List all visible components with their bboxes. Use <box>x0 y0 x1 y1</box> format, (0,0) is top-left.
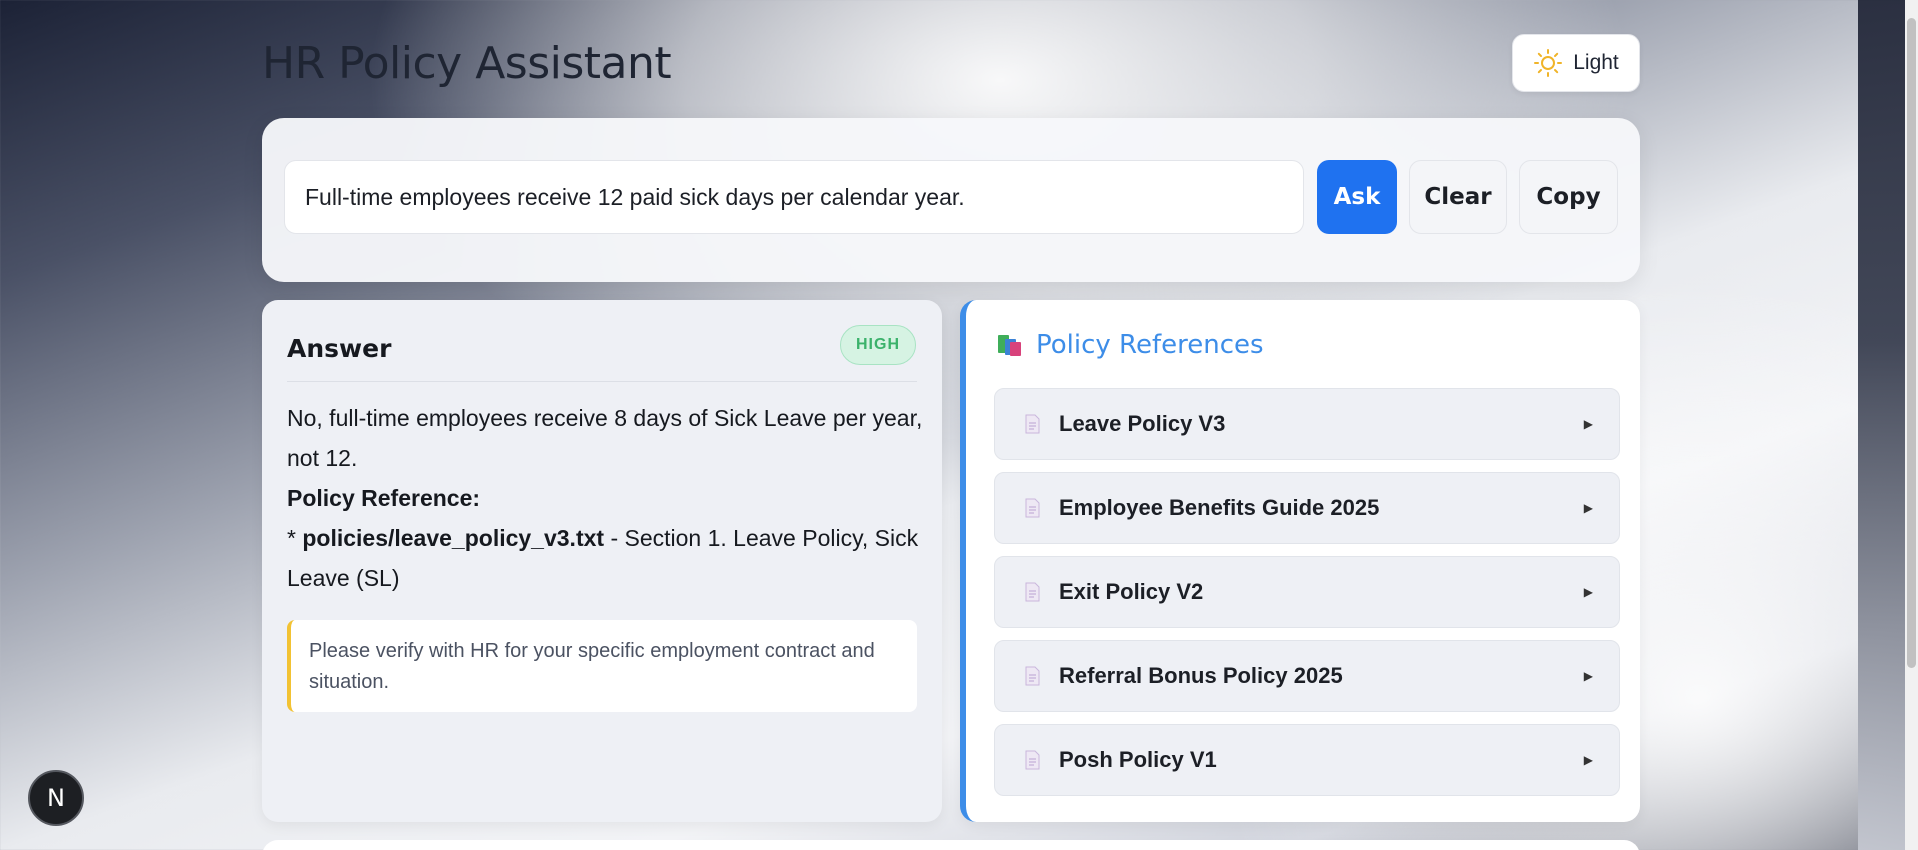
theme-toggle-button[interactable]: Light <box>1512 34 1640 92</box>
answer-title: Answer <box>287 334 392 363</box>
reference-name: Posh Policy V1 <box>1059 747 1217 772</box>
answer-panel: Answer HIGH No, full-time employees rece… <box>262 300 942 822</box>
scrollbar-thumb[interactable] <box>1907 18 1916 668</box>
expand-arrow-icon: ▶ <box>1583 753 1593 767</box>
expand-arrow-icon: ▶ <box>1583 585 1593 599</box>
divider <box>287 381 917 382</box>
document-icon <box>1025 750 1040 770</box>
answer-line: No, full-time employees receive 8 days o… <box>287 405 923 471</box>
references-panel: Policy References Leave Policy V3 ▶ Empl… <box>960 300 1640 822</box>
disclaimer-note: Please verify with HR for your specific … <box>287 620 917 712</box>
ask-button[interactable]: Ask <box>1317 160 1397 234</box>
reference-file: policies/leave_policy_v3.txt <box>302 525 605 551</box>
reference-item-referral-bonus[interactable]: Referral Bonus Policy 2025 ▶ <box>994 640 1620 712</box>
reference-line: * policies/leave_policy_v3.txt - Section… <box>287 518 927 598</box>
reference-heading: Policy Reference: <box>287 485 481 511</box>
reference-name: Exit Policy V2 <box>1059 579 1204 604</box>
reference-item-benefits-guide[interactable]: Employee Benefits Guide 2025 ▶ <box>994 472 1620 544</box>
query-panel: Ask Clear Copy <box>262 118 1640 282</box>
copy-button[interactable]: Copy <box>1519 160 1618 234</box>
expand-arrow-icon: ▶ <box>1583 417 1593 431</box>
document-icon <box>1025 498 1040 518</box>
lower-panel <box>262 840 1640 850</box>
clear-button[interactable]: Clear <box>1409 160 1507 234</box>
reference-name: Leave Policy V3 <box>1059 411 1226 436</box>
document-icon <box>1025 414 1040 434</box>
dev-tools-badge[interactable]: N <box>28 770 84 826</box>
reference-item-posh-policy[interactable]: Posh Policy V1 ▶ <box>994 724 1620 796</box>
theme-toggle-label: Light <box>1573 51 1619 74</box>
answer-text: No, full-time employees receive 8 days o… <box>287 398 927 598</box>
document-icon <box>1025 582 1040 602</box>
books-icon <box>998 335 1021 356</box>
scrollbar[interactable] <box>1905 0 1918 850</box>
references-title: Policy References <box>1036 330 1264 360</box>
expand-arrow-icon: ▶ <box>1583 669 1593 683</box>
confidence-badge: HIGH <box>840 325 916 365</box>
reference-name: Employee Benefits Guide 2025 <box>1059 495 1380 520</box>
reference-name: Referral Bonus Policy 2025 <box>1059 663 1343 688</box>
sun-icon <box>1534 49 1563 77</box>
reference-item-leave-policy[interactable]: Leave Policy V3 ▶ <box>994 388 1620 460</box>
page-title: HR Policy Assistant <box>262 38 672 89</box>
document-icon <box>1025 666 1040 686</box>
question-input[interactable] <box>284 160 1304 234</box>
expand-arrow-icon: ▶ <box>1583 501 1593 515</box>
bullet: * <box>287 525 303 551</box>
reference-item-exit-policy[interactable]: Exit Policy V2 ▶ <box>994 556 1620 628</box>
